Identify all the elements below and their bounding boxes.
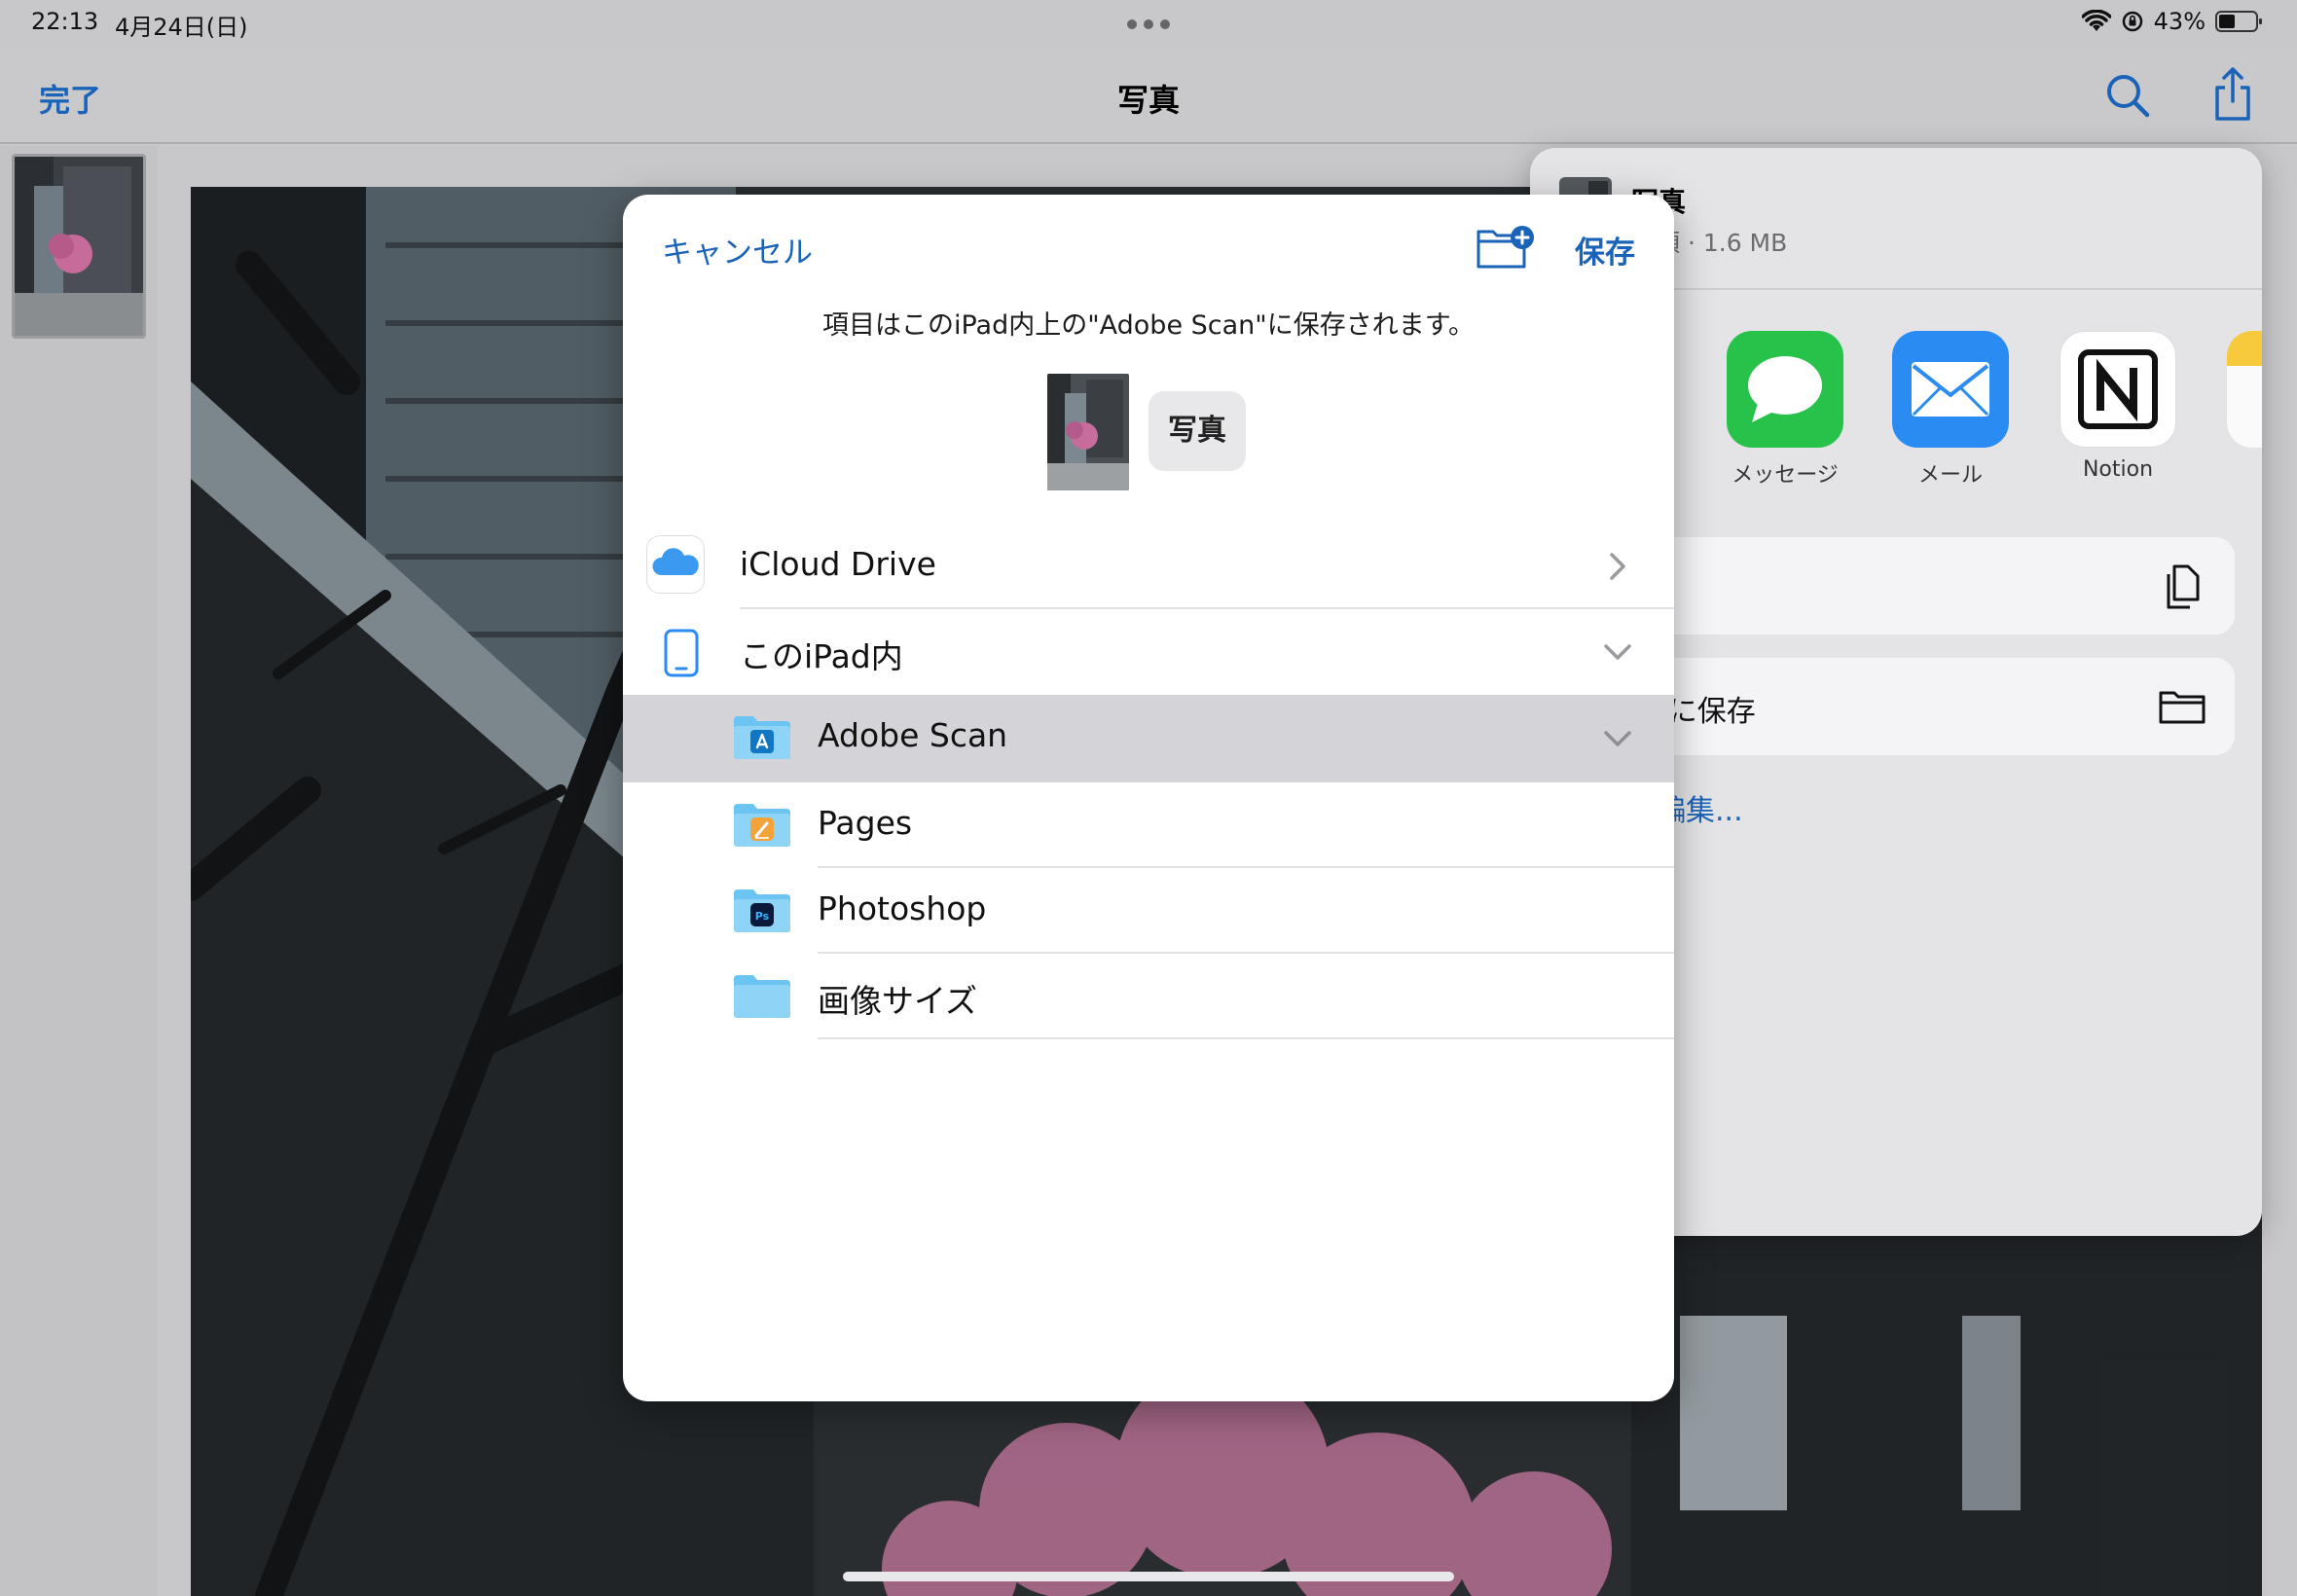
icloud-icon (646, 535, 705, 594)
folder-photoshop[interactable]: Ps Photoshop (623, 868, 1674, 954)
wifi-icon (2081, 10, 2111, 31)
page-thumbnail-strip (0, 146, 158, 1596)
location-name: このiPad内 (740, 637, 903, 675)
folder-name: Adobe Scan (818, 716, 1008, 754)
folder-pages[interactable]: Pages (623, 782, 1674, 868)
page-title: 写真 (1116, 82, 1180, 119)
page-thumbnail[interactable] (12, 154, 146, 339)
share-app-label: メッセージ (1732, 463, 1839, 488)
home-indicator[interactable] (843, 1572, 1454, 1581)
share-app-messages[interactable]: メッセージ (1727, 331, 1843, 489)
share-app-label: メール (1917, 463, 1983, 488)
battery-icon (2215, 11, 2262, 32)
chevron-down-icon (1604, 644, 1631, 660)
notion-icon (2060, 331, 2176, 448)
share-app-notes-partial[interactable] (2227, 331, 2262, 448)
status-bar: 22:13 4月24日(日) 43% (0, 0, 2297, 47)
row-separator (818, 1037, 1674, 1039)
save-location-message: 項目はこのiPad内上の"Adobe Scan"に保存されます。 (821, 310, 1476, 341)
share-app-label: Notion (2082, 457, 2154, 482)
folder-icon (2159, 691, 2206, 724)
copy-icon (2167, 564, 2200, 609)
save-button[interactable]: 保存 (1575, 228, 1635, 272)
photo-thumbnail-image (15, 157, 143, 336)
messages-icon (1727, 331, 1843, 448)
share-app-mail[interactable]: メール (1892, 331, 2009, 489)
search-icon[interactable] (2104, 72, 2151, 119)
chevron-right-icon (1610, 553, 1625, 580)
location-icloud-drive[interactable]: iCloud Drive (623, 524, 1674, 609)
location-this-ipad[interactable]: このiPad内 (623, 609, 1674, 695)
file-preview-thumbnail (1047, 374, 1129, 490)
orientation-lock-icon (2122, 11, 2142, 32)
folder-icon (734, 975, 790, 1018)
ipad-icon (664, 629, 699, 677)
folder-name: Pages (818, 804, 913, 842)
share-app-notion[interactable]: Notion (2060, 331, 2176, 482)
folder-name: 画像サイズ (818, 982, 978, 1020)
folder-adobe-scan[interactable]: Adobe Scan (623, 695, 1674, 782)
chevron-down-icon (1604, 731, 1631, 746)
save-to-files-dialog: キャンセル 保存 項目はこのiPad内上の"Adobe Scan"に保存されます… (623, 195, 1674, 1401)
nav-bar: 完了 写真 (0, 47, 2297, 144)
svg-text:Ps: Ps (755, 910, 770, 923)
location-name: iCloud Drive (740, 545, 936, 583)
folder-icon (734, 716, 790, 759)
status-time: 22:13 (31, 8, 99, 35)
status-date: 4月24日(日) (115, 14, 248, 41)
adobe-scan-icon (750, 730, 774, 753)
share-icon[interactable] (2211, 66, 2254, 121)
file-name-field[interactable]: 写真 (1148, 391, 1246, 471)
new-folder-icon[interactable] (1476, 224, 1536, 271)
cancel-button[interactable]: キャンセル (662, 228, 813, 272)
multitasking-dots-icon[interactable] (1127, 19, 1170, 29)
battery-percent: 43% (2153, 8, 2206, 35)
folder-name: Photoshop (818, 889, 987, 927)
status-right: 43% (2081, 8, 2262, 35)
folder-image-size[interactable]: 画像サイズ (623, 954, 1674, 1039)
mail-icon (1892, 331, 2009, 448)
folder-icon (734, 804, 790, 847)
folder-icon: Ps (734, 889, 790, 932)
